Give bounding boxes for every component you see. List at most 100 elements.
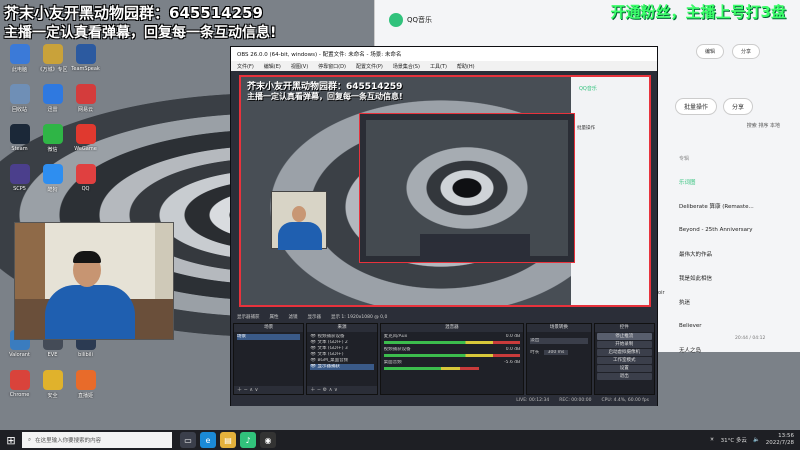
obs-source-toolbar-item[interactable]: 显示器 — [308, 314, 322, 320]
obs-menu-item[interactable]: 场景集合(S) — [393, 63, 420, 70]
obs-control-button[interactable]: 退出 — [596, 373, 652, 380]
edge-icon[interactable]: e — [200, 432, 216, 448]
obs-menu-item[interactable]: 工具(T) — [430, 63, 447, 70]
obs-scene-item[interactable]: 场景 — [237, 334, 301, 340]
obs-source-toolbar-item[interactable]: 滤镜 — [289, 314, 298, 320]
desktop-icon-bottom-3[interactable]: Chrome — [4, 370, 35, 410]
obs-control-button[interactable]: 开始录制 — [596, 341, 652, 348]
obs-menu-item[interactable]: 编辑(E) — [264, 63, 281, 70]
obs-control-button[interactable]: 启动虚拟摄像机 — [596, 349, 652, 356]
qq-list-item[interactable]: 最伟大的作品 — [675, 242, 800, 266]
taskbar-search-box[interactable]: ⌕ 在这里输入你要搜索的内容 — [22, 432, 172, 448]
desktop-icon-3[interactable]: 回收站 — [4, 84, 35, 124]
windows-taskbar: ⊞ ⌕ 在这里输入你要搜索的内容 ▭ e ▤ ♪ ◉ ☀ 31°C 多云 🔈 13:56… — [0, 430, 800, 450]
desktop-icon-9[interactable]: SCP5 — [4, 164, 35, 204]
desktop-app-icon — [75, 84, 96, 104]
qq-list-item[interactable]: 无人之岛 — [675, 338, 800, 362]
obs-status-item: CPU: 4.4%, 60.00 fps — [601, 398, 650, 403]
desktop-icon-bottom-5[interactable]: 直播姬 — [70, 370, 101, 410]
desktop-icon-bottom-4[interactable]: 安全 — [37, 370, 68, 410]
obs-duration-input[interactable]: 300 ms — [543, 350, 569, 355]
obs-sources-toolbar[interactable]: ＋ − ⚙ ∧ ∨ — [307, 386, 377, 394]
obs-mixer-volume-meter[interactable] — [383, 341, 521, 344]
qq-list-item: 专辑 — [679, 155, 690, 162]
taskbar-time: 13:56 — [778, 433, 794, 439]
desktop-icon-6[interactable]: Steam — [4, 124, 35, 164]
obs-source-toolbar-item[interactable]: 显示器捕获 — [237, 314, 260, 320]
qq-list-item[interactable]: 执迷 — [675, 290, 800, 314]
desktop-app-icon — [75, 164, 96, 184]
obs-menu-item[interactable]: 视图(V) — [291, 63, 308, 70]
desktop-icon-10[interactable]: 酷狗 — [37, 164, 68, 204]
desktop-icon-8[interactable]: WeGame — [70, 124, 101, 164]
desktop-icon-5[interactable]: 网易云 — [70, 84, 101, 124]
obs-mixer-volume-meter[interactable] — [383, 354, 521, 357]
qq-music-top-actions: 编辑 分享 — [695, 44, 760, 59]
qq-list-item[interactable]: Believer — [675, 314, 800, 338]
desktop-icon-2[interactable]: TeamSpeak — [70, 44, 101, 84]
obs-icon[interactable]: ◉ — [260, 432, 276, 448]
desktop-icon-label: WeGame — [74, 146, 97, 152]
obs-menu-item[interactable]: 停靠窗口(D) — [318, 63, 346, 70]
qq-edit-button[interactable]: 编辑 — [695, 44, 724, 59]
desktop-icon-1[interactable]: 《万城》专区 — [37, 44, 68, 84]
desktop-icon-4[interactable]: 迅雷 — [37, 84, 68, 124]
qq-share2-button[interactable]: 分享 — [723, 98, 754, 115]
qq-batch-button[interactable]: 批量操作 — [675, 98, 718, 115]
obs-transition-select[interactable]: 淡出 — [530, 338, 588, 344]
obs-preview[interactable]: QQ音乐 批量操作 芥末小友开黑动物园群：645514259 主播一定认真看弹幕… — [239, 75, 651, 307]
desktop-app-icon — [42, 164, 63, 184]
obs-menu-item[interactable]: 帮助(H) — [457, 63, 475, 70]
windows-start-icon[interactable]: ⊞ — [0, 430, 22, 450]
obs-preview-qq-window: QQ音乐 批量操作 — [571, 77, 649, 305]
obs-menubar: 文件(F) 编辑(E) 视图(V) 停靠窗口(D) 配置文件(P) 场景集合(S) 工具(T… — [231, 61, 657, 71]
obs-controls-list: 停止推流 开始录制 启动虚拟摄像机 工作室模式 设置 退出 — [595, 333, 654, 380]
obs-control-button[interactable]: 停止推流 — [596, 333, 652, 340]
qq-list-item[interactable]: 我是如此相信 — [675, 266, 800, 290]
qq-list-item[interactable]: Deliberate 算康 (Remaste... — [675, 194, 800, 218]
obs-source-toolbar-item[interactable]: 属性 — [270, 314, 279, 320]
desktop-icon-label: Steam — [11, 146, 28, 152]
qq-music-icon[interactable]: ♪ — [240, 432, 256, 448]
qq-local-label[interactable]: 本地 — [770, 123, 780, 129]
obs-menu-item[interactable]: 文件(F) — [237, 63, 254, 70]
weather-icon[interactable]: ☀ — [710, 437, 715, 443]
obs-window[interactable]: OBS 26.0.0 (64-bit, windows) - 配置文件: 未命名… — [230, 46, 658, 406]
obs-mixer-channel-db: -5.6 dB — [504, 360, 521, 365]
desktop-icon-label: TeamSpeak — [71, 66, 100, 72]
weather-text[interactable]: 31°C 多云 — [721, 436, 747, 444]
obs-source-item[interactable]: 👁 显示器捕获 — [310, 364, 374, 370]
desktop-app-icon — [42, 370, 63, 390]
taskbar-clock[interactable]: 13:56 2022/7/28 — [766, 433, 794, 447]
obs-control-button[interactable]: 设置 — [596, 365, 652, 372]
desktop-icon-0[interactable]: 此电脑 — [4, 44, 35, 84]
volume-icon[interactable]: 🔈 — [753, 437, 760, 443]
qq-sort-label[interactable]: 排序 — [758, 123, 768, 129]
file-explorer-icon[interactable]: ▤ — [220, 432, 236, 448]
obs-preview-nested-capture — [359, 113, 575, 263]
obs-titlebar[interactable]: OBS 26.0.0 (64-bit, windows) - 配置文件: 未命名… — [231, 47, 657, 61]
task-view-icon[interactable]: ▭ — [180, 432, 196, 448]
obs-transitions-panel: 场景转换 淡出 时长 300 ms — [526, 323, 592, 395]
desktop-icon-grid-bottom: Valorant EVE bilibili Chrome 安全 直播姬 — [4, 330, 101, 410]
obs-mixer-volume-meter[interactable] — [383, 367, 480, 370]
obs-status-item: REC: 00:00:00 — [559, 398, 592, 403]
obs-preview-qq-batch: 批量操作 — [577, 126, 595, 131]
obs-control-button[interactable]: 工作室模式 — [596, 357, 652, 364]
obs-mixer-list: 麦克风/Aux 0.0 dB 视频捕获设备 0.0 dB 桌面音频 -5.6 dB — [381, 332, 524, 375]
obs-source-toolbar-item[interactable]: 显示 1: 1920x1080 @ 0,0 — [331, 314, 387, 320]
desktop-icon-11[interactable]: QQ — [70, 164, 101, 204]
stream-overlay-notice-text: 主播一定认真看弹幕，回复每一条互动信息! — [4, 25, 277, 41]
obs-mixer-channel-db: 0.0 dB — [505, 347, 521, 352]
qq-list-item[interactable]: Beyond - 25th Anniversary — [675, 218, 800, 242]
obs-menu-item[interactable]: 配置文件(P) — [356, 63, 383, 70]
desktop-icon-7[interactable]: 微信 — [37, 124, 68, 164]
obs-scenes-toolbar[interactable]: ＋ − ∧ ∨ — [234, 386, 304, 394]
desktop-icon-label: 直播姬 — [77, 393, 93, 399]
qq-search-label[interactable]: 搜索 — [747, 123, 757, 129]
desktop-icon-label: 迅雷 — [47, 107, 58, 113]
qq-list-item[interactable]: 乐词图 — [675, 170, 800, 194]
desktop-icon-label: 微信 — [47, 147, 58, 153]
desktop-app-icon — [75, 370, 96, 390]
qq-share-button[interactable]: 分享 — [731, 44, 760, 59]
